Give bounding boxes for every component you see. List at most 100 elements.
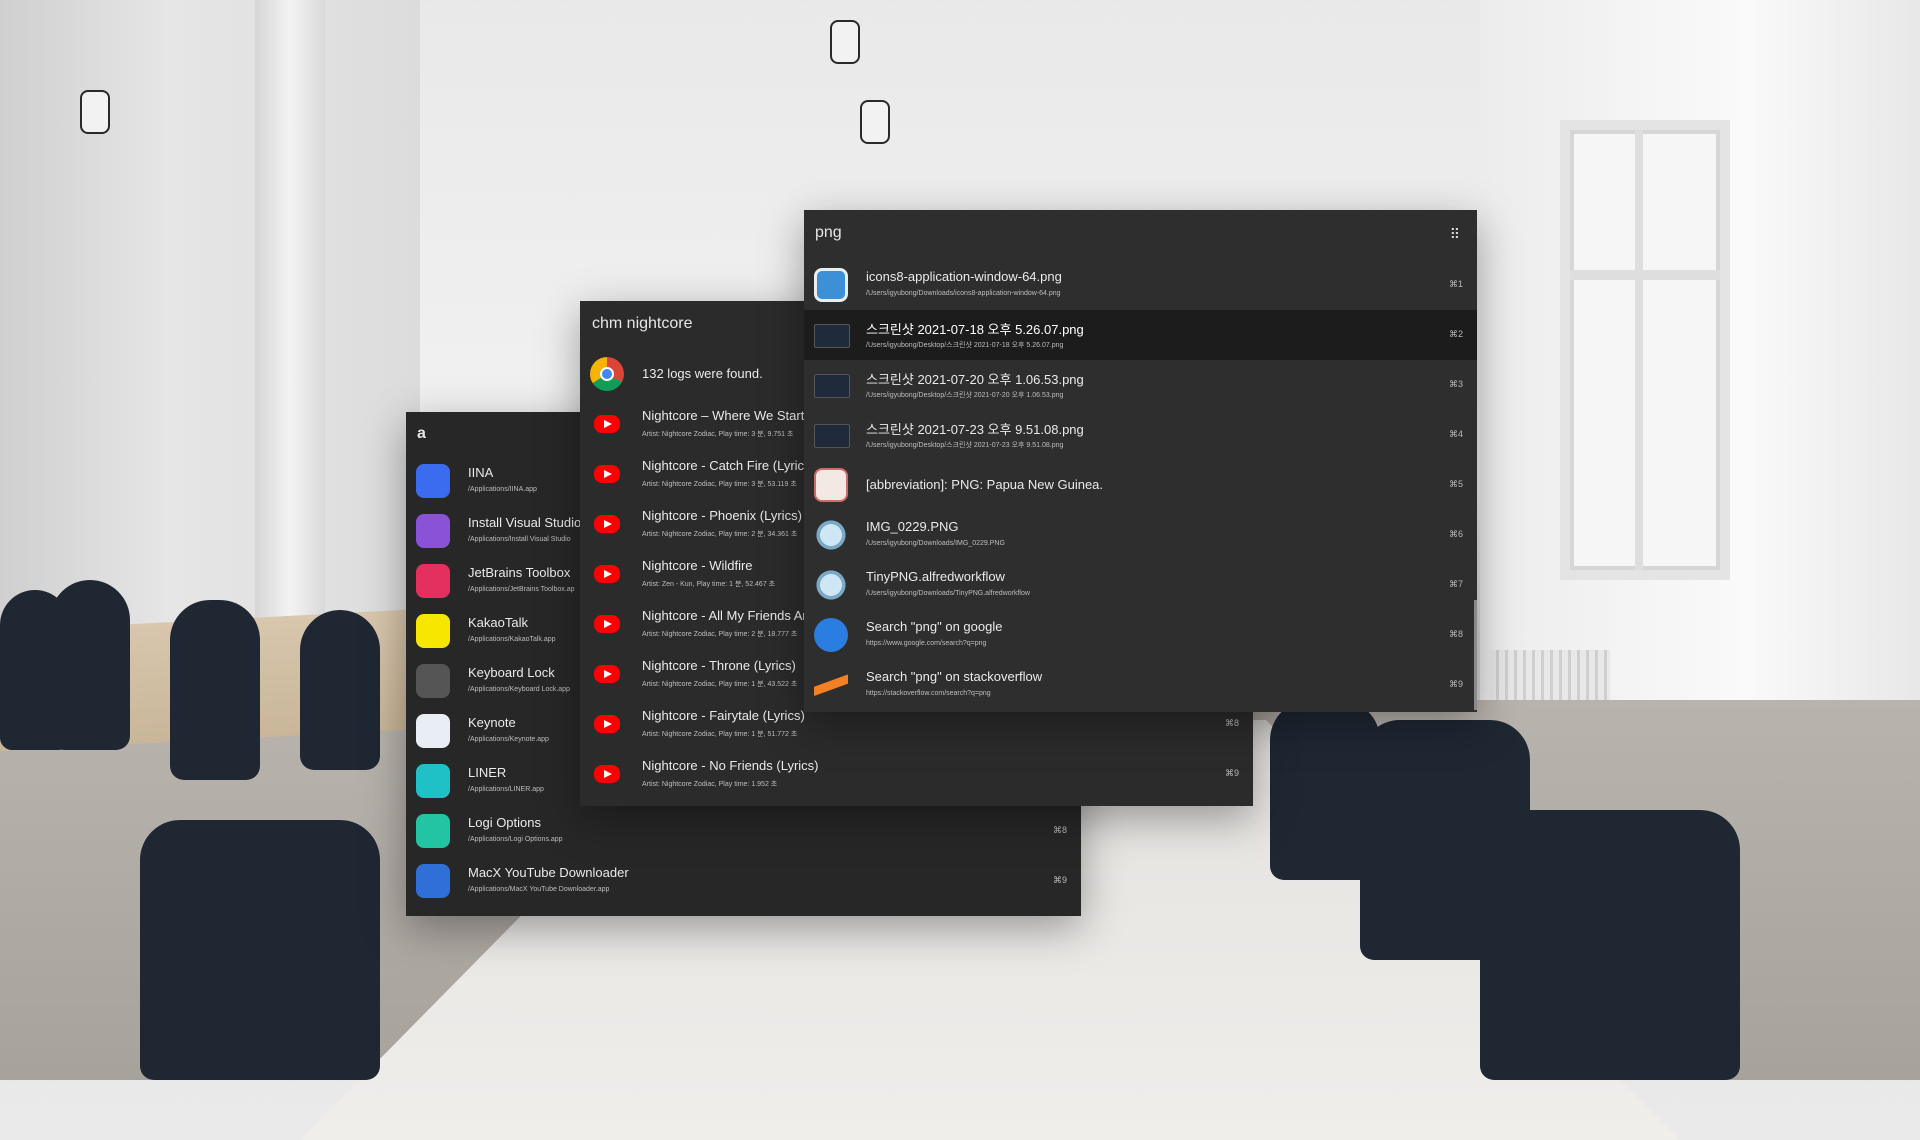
kakaotalk-icon xyxy=(416,614,450,648)
result-row[interactable]: 스크린샷 2021-07-20 오후 1.06.53.png/Users/igy… xyxy=(804,360,1477,410)
result-row[interactable]: Nightcore - No Friends (Lyrics) Artist: N… xyxy=(580,749,1253,799)
chair xyxy=(50,580,130,750)
result-subtitle: /Applications/Keynote.app xyxy=(468,736,549,743)
chair xyxy=(300,610,380,770)
youtube-icon xyxy=(594,715,620,733)
result-subtitle: /Users/igyubong/Downloads/icons8-applica… xyxy=(866,290,1061,297)
result-subtitle: Artist: Nightcore Zodiac, Play time: 2 분… xyxy=(642,531,798,538)
result-row[interactable]: 스크린샷 2021-07-23 오후 9.51.08.png/Users/igy… xyxy=(804,410,1477,460)
result-title: Nightcore – Where We Starte xyxy=(642,408,812,423)
result-subtitle: /Users/igyubong/Downloads/TinyPNG.alfred… xyxy=(866,590,1030,597)
chair xyxy=(170,600,260,780)
chair xyxy=(140,820,380,1080)
result-title: KakaoTalk xyxy=(468,615,528,630)
search-input[interactable]: png xyxy=(804,210,1477,258)
result-title: Search "png" on stackoverflow xyxy=(866,669,1043,684)
youtube-icon xyxy=(594,665,620,683)
result-title: 스크린샷 2021-07-23 오후 9.51.08.png xyxy=(866,422,1084,437)
result-subtitle: Artist: Nightcore Zodiac, Play time: 1 분… xyxy=(642,731,798,738)
youtube-icon xyxy=(594,565,620,583)
preview-icon xyxy=(814,568,848,602)
launcher-window-files: png ⠿ icons8-application-window-64.png/U… xyxy=(804,210,1477,712)
dictionary-icon xyxy=(814,468,848,502)
result-title: Nightcore - No Friends (Lyrics) xyxy=(642,758,819,773)
liner-icon xyxy=(416,764,450,798)
result-title: 스크린샷 2021-07-20 오후 1.06.53.png xyxy=(866,372,1084,387)
logi-options-icon xyxy=(416,814,450,848)
result-title: 스크린샷 2021-07-18 오후 5.26.07.png xyxy=(866,322,1084,337)
result-title: Search "png" on google xyxy=(866,619,1003,634)
application-window-icon xyxy=(814,268,848,302)
youtube-icon xyxy=(594,415,620,433)
result-title: Nightcore - Fairytale (Lyrics) xyxy=(642,708,805,723)
result-subtitle: /Users/igyubong/Desktop/스크린샷 2021-07-20 … xyxy=(866,392,1064,399)
result-row[interactable]: MacX YouTube Downloader/Applications/Mac… xyxy=(406,856,1081,906)
result-title: Logi Options xyxy=(468,815,541,830)
screenshot-thumbnail-icon xyxy=(814,374,850,398)
stackoverflow-icon xyxy=(814,668,848,702)
ceiling-lamp xyxy=(860,100,890,144)
result-subtitle: Artist: Nightcore Zodiac, Play time: 1 분… xyxy=(642,681,798,688)
visual-studio-icon xyxy=(416,514,450,548)
result-subtitle: Artist: Zen - Kun, Play time: 1 분, 52.46… xyxy=(642,581,776,588)
result-title: Nightcore - Wildfire xyxy=(642,558,753,573)
shortcut-hint: ⌘7 xyxy=(1448,579,1463,589)
result-row[interactable]: IMG_0229.PNG/Users/igyubong/Downloads/IM… xyxy=(804,510,1477,560)
result-row[interactable]: Search "png" on stackoverflow https://sta… xyxy=(804,660,1477,710)
preview-icon xyxy=(814,518,848,552)
shortcut-hint: ⌘9 xyxy=(1448,679,1463,689)
shortcut-hint: ⌘9 xyxy=(1224,768,1239,778)
shortcut-hint: ⌘4 xyxy=(1448,429,1463,439)
keynote-icon xyxy=(416,714,450,748)
result-subtitle: /Users/igyubong/Desktop/스크린샷 2021-07-18 … xyxy=(866,342,1064,349)
result-title: Keyboard Lock xyxy=(468,665,555,680)
youtube-icon xyxy=(594,465,620,483)
result-subtitle: Artist: Nightcore Zodiac, Play time: 3 분… xyxy=(642,481,797,488)
result-row[interactable]: [abbreviation]: PNG: Papua New Guinea. ⌘5 xyxy=(804,460,1477,510)
scrollbar[interactable] xyxy=(1474,600,1477,710)
result-title: LINER xyxy=(468,765,507,780)
drag-handle-icon[interactable]: ⠿ xyxy=(1450,226,1460,243)
result-subtitle: https://www.google.com/search?q=png xyxy=(866,640,987,647)
result-row[interactable]: Logi Options/Applications/Logi Options.a… xyxy=(406,806,1081,856)
result-title: TinyPNG.alfredworkflow xyxy=(866,569,1005,584)
shortcut-hint: ⌘8 xyxy=(1224,718,1239,728)
result-row[interactable]: icons8-application-window-64.png/Users/i… xyxy=(804,260,1477,310)
result-title: Nightcore - All My Friends Ar xyxy=(642,608,807,623)
shortcut-hint: ⌘6 xyxy=(1448,529,1463,539)
result-subtitle: https://stackoverflow.com/search?q=png xyxy=(866,690,991,697)
youtube-icon xyxy=(594,765,620,783)
google-icon xyxy=(814,618,848,652)
result-subtitle: /Applications/MacX YouTube Downloader.ap… xyxy=(468,886,610,893)
result-subtitle: /Applications/Logi Options.app xyxy=(468,836,563,843)
result-row[interactable]: 스크린샷 2021-07-18 오후 5.26.07.png/Users/igy… xyxy=(804,310,1477,360)
result-title: Nightcore - Throne (Lyrics) xyxy=(642,658,796,673)
result-subtitle: Artist: Nightcore Zodiac, Play time: 2 분… xyxy=(642,631,798,638)
result-title: 132 logs were found. xyxy=(642,366,763,381)
result-subtitle: Artist: Nightcore Zodiac, Play time: 1.9… xyxy=(642,781,778,788)
shortcut-hint: ⌘2 xyxy=(1448,329,1463,339)
result-subtitle: /Applications/IINA.app xyxy=(468,486,537,493)
iina-icon xyxy=(416,464,450,498)
result-subtitle: /Applications/Keyboard Lock.app xyxy=(468,686,570,693)
chrome-icon xyxy=(590,357,624,391)
result-title: [abbreviation]: PNG: Papua New Guinea. xyxy=(866,477,1104,492)
result-title: IINA xyxy=(468,465,494,480)
shortcut-hint: ⌘9 xyxy=(1052,875,1067,885)
youtube-icon xyxy=(594,615,620,633)
jetbrains-icon xyxy=(416,564,450,598)
result-subtitle: /Applications/Install Visual Studio xyxy=(468,536,571,543)
result-title: icons8-application-window-64.png xyxy=(866,269,1062,284)
result-title: Install Visual Studio xyxy=(468,515,582,530)
result-row[interactable]: Search "png" on google https://www.google… xyxy=(804,610,1477,660)
result-title: JetBrains Toolbox xyxy=(468,565,571,580)
shortcut-hint: ⌘8 xyxy=(1448,629,1463,639)
result-row[interactable]: TinyPNG.alfredworkflow/Users/igyubong/Do… xyxy=(804,560,1477,610)
result-subtitle: /Applications/KakaoTalk.app xyxy=(468,636,556,643)
result-subtitle: /Applications/JetBrains Toolbox.ap xyxy=(468,586,575,593)
shortcut-hint: ⌘1 xyxy=(1448,279,1463,289)
shortcut-hint: ⌘3 xyxy=(1448,379,1463,389)
ceiling-lamp xyxy=(80,90,110,134)
shortcut-hint: ⌘5 xyxy=(1448,479,1463,489)
screenshot-thumbnail-icon xyxy=(814,424,850,448)
